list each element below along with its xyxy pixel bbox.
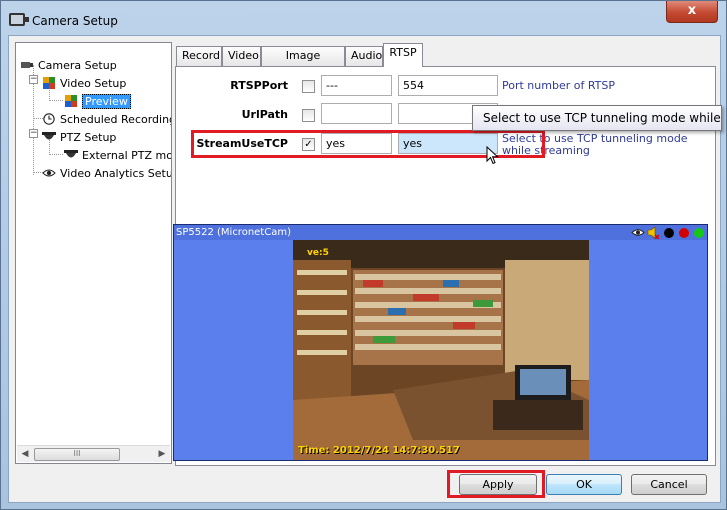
ok-button[interactable]: OK <box>546 474 622 495</box>
tree-item-label: PTZ Setup <box>60 131 117 144</box>
dome-camera-icon <box>42 132 56 140</box>
rtsp-port-checkbox[interactable] <box>302 80 315 93</box>
tooltip: Select to use TCP tunneling mode while s… <box>472 105 722 131</box>
tree-item-external-ptz[interactable]: External PTZ moc <box>64 147 172 165</box>
tree-item-ptz-setup[interactable]: PTZ Setup <box>42 129 116 147</box>
grid-icon <box>65 95 77 107</box>
tree-connector <box>49 154 63 155</box>
status-dot-red[interactable] <box>679 228 689 238</box>
title-bar[interactable]: Camera Setup x <box>1 1 727 35</box>
tree-item-label: Scheduled Recording <box>60 113 172 126</box>
setup-tree[interactable]: Camera Setup − Video Setup Preview Sched… <box>15 42 172 464</box>
tree-horizontal-scrollbar[interactable]: ◀ III ▶ <box>17 445 170 462</box>
eye-icon[interactable] <box>631 227 645 238</box>
cancel-button[interactable]: Cancel <box>631 474 707 495</box>
tree-item-video-analytics[interactable]: Video Analytics Setup <box>42 165 172 183</box>
camera-icon <box>21 62 33 68</box>
camera-setup-window: Camera Setup x Camera Setup − Video Setu… <box>0 0 727 510</box>
status-dot-green[interactable] <box>694 228 704 238</box>
dome-camera-icon <box>64 150 78 158</box>
tab-rtsp[interactable]: RTSP <box>383 43 423 67</box>
tree-item-label: Video Setup <box>60 77 127 90</box>
store-scene-image <box>293 240 589 460</box>
tree-item-label: Camera Setup <box>38 59 117 72</box>
grid-icon <box>43 77 55 89</box>
rtsp-port-input[interactable]: 554 <box>398 75 498 96</box>
tree-item-video-setup[interactable]: Video Setup <box>42 75 126 93</box>
tree-item-scheduled-recording[interactable]: Scheduled Recording <box>42 111 172 129</box>
camera-name: SP5522 (MicronetCam) <box>176 227 291 238</box>
rtsp-port-label: RTSPPort <box>230 79 288 92</box>
tree-connector <box>49 100 63 101</box>
speaker-mute-icon[interactable] <box>647 226 660 239</box>
scroll-left-arrow-icon[interactable]: ◀ <box>18 448 32 461</box>
eye-icon <box>42 169 56 177</box>
tab-audio[interactable]: Audio <box>345 46 383 66</box>
mouse-cursor-icon <box>486 146 499 165</box>
corner-overlay-label: ve:5 <box>307 248 329 258</box>
tab-record[interactable]: Record <box>176 46 222 66</box>
scroll-right-arrow-icon[interactable]: ▶ <box>155 448 169 461</box>
tree-item-label: External PTZ moc <box>82 149 172 162</box>
camera-video-frame: ve:5 Time: 2012/7/24 14:7:30.517 <box>293 240 589 460</box>
clock-icon <box>43 113 55 125</box>
tree-item-label: Preview <box>82 94 131 109</box>
close-button[interactable]: x <box>666 1 718 23</box>
tab-image-adjust[interactable]: Image Adjust. <box>261 46 345 80</box>
video-timestamp: Time: 2012/7/24 14:7:30.517 <box>298 445 460 456</box>
video-header: SP5522 (MicronetCam) <box>174 225 707 240</box>
collapse-expander[interactable]: − <box>29 75 38 84</box>
tree-item-preview[interactable]: Preview <box>64 93 131 111</box>
scrollbar-thumb[interactable]: III <box>34 448 120 461</box>
tree-item-label: Video Analytics Setup <box>60 167 172 180</box>
collapse-expander[interactable]: − <box>29 129 38 138</box>
camera-icon <box>9 13 29 26</box>
url-path-checkbox[interactable] <box>302 109 315 122</box>
url-path-label: UrlPath <box>241 108 288 121</box>
rtsp-port-current-field[interactable]: --- <box>321 75 392 96</box>
window-title: Camera Setup <box>32 14 118 28</box>
rtsp-port-hint: Port number of RTSP <box>502 79 616 92</box>
video-preview-panel[interactable]: SP5522 (MicronetCam) ve:5 Time: 2012/7/2… <box>173 224 708 461</box>
tree-item-camera-setup[interactable]: Camera Setup <box>20 57 117 75</box>
status-dot-black[interactable] <box>664 228 674 238</box>
tab-video[interactable]: Video <box>222 46 261 66</box>
apply-highlight <box>447 470 545 498</box>
url-path-current-field[interactable] <box>321 103 392 124</box>
